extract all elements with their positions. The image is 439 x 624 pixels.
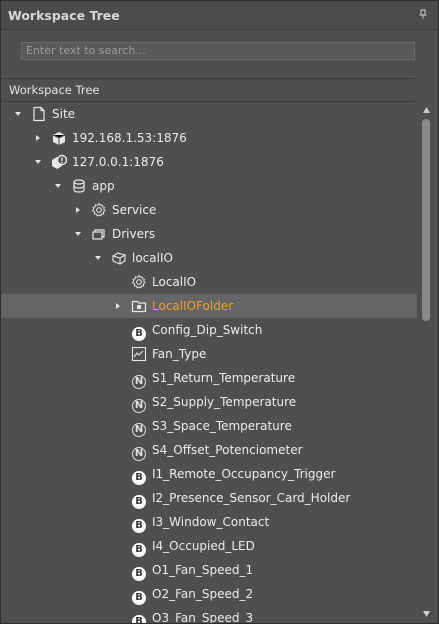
tree-row[interactable]: B O3_Fan_Speed_3 xyxy=(1,606,417,623)
binary-point-icon: B xyxy=(131,538,147,557)
binary-badge-icon: B xyxy=(132,543,146,557)
tree-row-label: O2_Fan_Speed_2 xyxy=(152,587,254,601)
tree-row-label: 127.0.0.1:1876 xyxy=(72,155,164,169)
tree-row[interactable]: Service xyxy=(1,198,417,222)
binary-point-icon: B xyxy=(131,610,147,623)
panel-titlebar: Workspace Tree xyxy=(1,1,438,30)
numeric-badge-icon: N xyxy=(132,447,146,461)
gear-icon xyxy=(131,274,147,290)
workspace-tree: Site 192.168.1.53:1876 127.0.0.1:1876 app Se… xyxy=(1,101,417,623)
vertical-scrollbar[interactable] xyxy=(417,101,438,623)
scroll-up-arrow-icon[interactable] xyxy=(422,106,431,114)
tree-row-label: O1_Fan_Speed_1 xyxy=(152,563,254,577)
driver-box-icon xyxy=(111,250,127,266)
panel-title: Workspace Tree xyxy=(8,8,120,23)
caret-down-icon[interactable] xyxy=(33,156,43,168)
database-icon xyxy=(71,178,87,194)
tree-row-label: Drivers xyxy=(112,227,156,241)
tree-row[interactable]: N S1_Return_Temperature xyxy=(1,366,417,390)
caret-down-icon[interactable] xyxy=(73,228,83,240)
tree-row-label: S4_Offset_Potenciometer xyxy=(152,443,303,457)
tree-row-label: LocalIOFolder xyxy=(152,299,234,313)
tree-row[interactable]: B I3_Window_Contact xyxy=(1,510,417,534)
tree-row[interactable]: B I2_Presence_Sensor_Card_Holder xyxy=(1,486,417,510)
tree-row-label: I4_Occupied_LED xyxy=(152,539,255,553)
tree-row[interactable]: 192.168.1.53:1876 xyxy=(1,126,417,150)
tree-row[interactable]: B I1_Remote_Occupancy_Trigger xyxy=(1,462,417,486)
tree-row-label: S3_Space_Temperature xyxy=(152,419,292,433)
enum-point-icon xyxy=(131,346,147,362)
binary-point-icon: B xyxy=(131,490,147,509)
tree-row[interactable]: localIO xyxy=(1,246,417,270)
binary-badge-icon: B xyxy=(132,471,146,485)
search-area: Enter text to search... xyxy=(1,30,438,74)
tree-row-label: Config_Dip_Switch xyxy=(152,323,263,337)
page-icon xyxy=(31,106,47,122)
binary-badge-icon: B xyxy=(132,591,146,605)
caret-right-icon[interactable] xyxy=(73,204,83,216)
binary-point-icon: B xyxy=(131,322,147,341)
tree-row[interactable]: LocalIOFolder xyxy=(1,294,417,318)
station-connected-icon xyxy=(51,154,68,170)
tree-row-label: Service xyxy=(112,203,157,217)
tree-row-label: O3_Fan_Speed_3 xyxy=(152,611,254,623)
binary-point-icon: B xyxy=(131,514,147,533)
tree-row-label: 192.168.1.53:1876 xyxy=(72,131,187,145)
binary-badge-icon: B xyxy=(132,327,146,341)
numeric-badge-icon: N xyxy=(132,423,146,437)
numeric-point-icon: N xyxy=(131,418,147,437)
tree-column-header: Workspace Tree xyxy=(1,78,415,102)
caret-right-icon[interactable] xyxy=(33,132,43,144)
tree-row[interactable]: B O2_Fan_Speed_2 xyxy=(1,582,417,606)
workspace-tree-panel: Workspace Tree Enter text to search... W… xyxy=(0,0,439,624)
tree-row[interactable]: app xyxy=(1,174,417,198)
tree-row-label: localIO xyxy=(132,251,173,265)
tree-header-label: Workspace Tree xyxy=(9,83,100,97)
binary-point-icon: B xyxy=(131,586,147,605)
gear-icon xyxy=(91,202,107,218)
tree-row-label: Site xyxy=(52,107,76,121)
numeric-badge-icon: N xyxy=(132,375,146,389)
binary-badge-icon: B xyxy=(132,495,146,509)
tree-row[interactable]: Site xyxy=(1,102,417,126)
numeric-point-icon: N xyxy=(131,442,147,461)
caret-down-icon[interactable] xyxy=(53,180,63,192)
caret-down-icon[interactable] xyxy=(93,252,103,264)
binary-point-icon: B xyxy=(131,466,147,485)
tree-row[interactable]: Drivers xyxy=(1,222,417,246)
folder-icon xyxy=(131,298,147,314)
numeric-badge-icon: N xyxy=(132,399,146,413)
tree-row-label: app xyxy=(92,179,115,193)
tree-row[interactable]: 127.0.0.1:1876 xyxy=(1,150,417,174)
tree-row[interactable]: B I4_Occupied_LED xyxy=(1,534,417,558)
tree-row[interactable]: LocalIO xyxy=(1,270,417,294)
scroll-down-arrow-icon[interactable] xyxy=(422,610,431,618)
drivers-icon xyxy=(91,226,107,242)
tree-row[interactable]: B O1_Fan_Speed_1 xyxy=(1,558,417,582)
search-input[interactable]: Enter text to search... xyxy=(21,42,415,60)
binary-badge-icon: B xyxy=(132,567,146,581)
binary-badge-icon: B xyxy=(132,519,146,533)
tree-row[interactable]: N S2_Supply_Temperature xyxy=(1,390,417,414)
tree-row-label: I1_Remote_Occupancy_Trigger xyxy=(152,467,336,481)
tree-row-label: I2_Presence_Sensor_Card_Holder xyxy=(152,491,351,505)
caret-down-icon[interactable] xyxy=(13,108,23,120)
tree-row[interactable]: B Config_Dip_Switch xyxy=(1,318,417,342)
tree-row[interactable]: N S4_Offset_Potenciometer xyxy=(1,438,417,462)
pin-icon[interactable] xyxy=(418,9,428,19)
tree-row[interactable]: N S3_Space_Temperature xyxy=(1,414,417,438)
binary-point-icon: B xyxy=(131,562,147,581)
tree-row[interactable]: Fan_Type xyxy=(1,342,417,366)
numeric-point-icon: N xyxy=(131,370,147,389)
tree-row-label: Fan_Type xyxy=(152,347,207,361)
tree-row-label: S2_Supply_Temperature xyxy=(152,395,297,409)
caret-right-icon[interactable] xyxy=(113,300,123,312)
scrollbar-thumb[interactable] xyxy=(422,119,430,321)
station-icon xyxy=(51,130,67,146)
tree-row-label: S1_Return_Temperature xyxy=(152,371,296,385)
tree-row-label: LocalIO xyxy=(152,275,197,289)
binary-badge-icon: B xyxy=(132,615,146,623)
numeric-point-icon: N xyxy=(131,394,147,413)
tree-row-label: I3_Window_Contact xyxy=(152,515,270,529)
